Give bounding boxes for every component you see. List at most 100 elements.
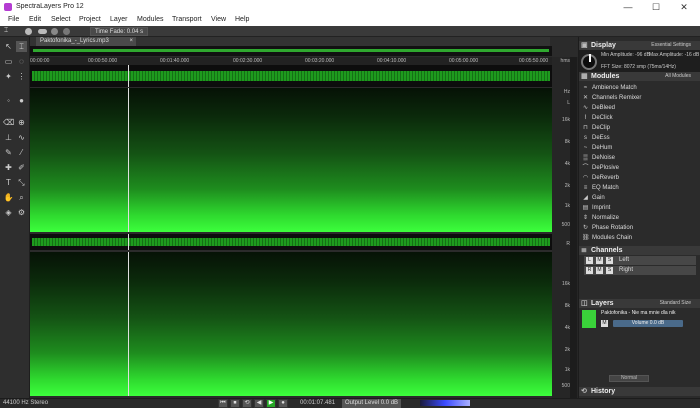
solo-button[interactable]: S bbox=[606, 257, 613, 264]
waveform-left[interactable] bbox=[30, 65, 552, 87]
channel-row-left[interactable]: L M S Left bbox=[584, 256, 696, 266]
playhead[interactable] bbox=[128, 234, 129, 250]
overview-selection[interactable] bbox=[33, 49, 549, 52]
display-panel-header[interactable]: ▣ Display Essential Settings bbox=[579, 41, 700, 50]
smudge-tool-icon[interactable]: ∿ bbox=[16, 132, 27, 143]
layer-name[interactable]: Paktofonika - Nie ma mnie dla nik bbox=[601, 310, 697, 316]
blend-mode-dropdown[interactable]: Normal bbox=[609, 375, 649, 382]
stamp-tool-icon[interactable]: ⊥ bbox=[3, 132, 14, 143]
close-button[interactable]: ✕ bbox=[674, 1, 694, 13]
module-item[interactable]: ↻ Phase Rotation bbox=[579, 223, 697, 233]
modules-filter-dropdown[interactable]: All Modules bbox=[665, 73, 691, 79]
pointer-tool-icon[interactable]: ↖ bbox=[3, 41, 14, 52]
clone-tool-icon[interactable]: ⊕ bbox=[16, 117, 27, 128]
heal-tool-icon[interactable]: ✚ bbox=[3, 162, 14, 173]
record-button[interactable]: ● bbox=[278, 399, 288, 408]
display-knob[interactable] bbox=[581, 54, 597, 70]
transform-tool-icon[interactable]: ⤡ bbox=[16, 177, 27, 188]
module-item[interactable]: ∿ DeBleed bbox=[579, 103, 697, 113]
loop-button[interactable]: ⟲ bbox=[242, 399, 252, 408]
spectrogram-left[interactable] bbox=[30, 88, 552, 232]
module-item[interactable]: ⌇ DeClick bbox=[579, 113, 697, 123]
module-item[interactable]: ▤ Imprint bbox=[579, 203, 697, 213]
text-tool-icon[interactable]: T bbox=[3, 177, 14, 188]
menu-project[interactable]: Project bbox=[79, 16, 101, 23]
brush-shape-soft-icon[interactable] bbox=[51, 28, 58, 35]
settings-tool-icon[interactable]: ⚙ bbox=[16, 207, 27, 218]
waveform-right[interactable] bbox=[30, 234, 552, 250]
dropper-tool-icon[interactable]: ⁄ bbox=[16, 147, 27, 158]
stop-to-start-button[interactable]: ⏹ bbox=[230, 399, 240, 408]
hand-tool-icon[interactable]: ✋ bbox=[3, 192, 14, 203]
fft-size[interactable]: FFT Size: 8072 smp (75ms/14Hz) bbox=[601, 64, 676, 70]
playhead[interactable] bbox=[128, 88, 129, 232]
module-item[interactable]: ⛓ Modules Chain bbox=[579, 233, 697, 243]
brush-fill-icon[interactable]: ● bbox=[16, 95, 27, 106]
menu-edit[interactable]: Edit bbox=[29, 16, 41, 23]
module-item[interactable]: ⇕ Normalize bbox=[579, 213, 697, 223]
pencil-tool-icon[interactable]: ✐ bbox=[16, 162, 27, 173]
mute-button[interactable]: M bbox=[596, 267, 603, 274]
brush-shape-ellipse-icon[interactable] bbox=[38, 29, 47, 34]
document-tab[interactable]: Paktofonika_-_Lyrics.mp3 × bbox=[36, 37, 136, 46]
layer-mute-button[interactable]: M bbox=[601, 320, 608, 327]
module-item[interactable]: s DeEss bbox=[579, 133, 697, 143]
menu-view[interactable]: View bbox=[211, 16, 226, 23]
menu-help[interactable]: Help bbox=[235, 16, 249, 23]
module-item[interactable]: ≈ Ambience Match bbox=[579, 83, 697, 93]
zoom-tool-icon[interactable]: ⌕ bbox=[16, 192, 27, 203]
wand-tool-icon[interactable]: ✦ bbox=[3, 71, 14, 82]
spectrogram-right[interactable] bbox=[30, 252, 552, 396]
layer-thumbnail[interactable] bbox=[582, 310, 596, 328]
playhead[interactable] bbox=[128, 252, 129, 396]
menu-file[interactable]: File bbox=[8, 16, 19, 23]
tab-close-icon[interactable]: × bbox=[129, 37, 133, 46]
harmonic-select-icon[interactable]: ⋮ bbox=[16, 71, 27, 82]
layers-panel-header[interactable]: ◫ Layers Standard Size bbox=[579, 299, 700, 308]
brush-shape-hard-icon[interactable] bbox=[63, 28, 70, 35]
modules-panel-header[interactable]: ▦ Modules All Modules bbox=[579, 72, 700, 81]
overview-bar[interactable] bbox=[30, 46, 552, 56]
min-amplitude[interactable]: Min Amplitude: -96 dB bbox=[601, 52, 650, 58]
module-item[interactable]: ◠ DeReverb bbox=[579, 173, 697, 183]
layer-volume-slider[interactable]: Volume 0.0 dB bbox=[613, 320, 683, 327]
time-select-tool-icon[interactable]: ⌶ bbox=[16, 41, 27, 52]
rewind-button[interactable]: ⏮ bbox=[218, 399, 228, 408]
layers-size-dropdown[interactable]: Standard Size bbox=[660, 300, 691, 306]
menu-select[interactable]: Select bbox=[51, 16, 70, 23]
play-button[interactable]: ▶ bbox=[266, 399, 276, 408]
module-item[interactable]: ≡ EQ Match bbox=[579, 183, 697, 193]
module-item[interactable]: ▒ DeNoise bbox=[579, 153, 697, 163]
menu-transport[interactable]: Transport bbox=[172, 16, 202, 23]
mute-button[interactable]: M bbox=[596, 257, 603, 264]
lasso-tool-icon[interactable]: ◌ bbox=[16, 56, 27, 67]
time-fade-field[interactable]: Time Fade: 0.04 s bbox=[90, 27, 149, 36]
module-item[interactable]: ✕ Channels Remixer bbox=[579, 93, 697, 103]
previous-button[interactable]: ◀ bbox=[254, 399, 264, 408]
maximize-button[interactable]: ☐ bbox=[646, 1, 666, 13]
minimize-button[interactable]: — bbox=[618, 1, 638, 13]
menu-layer[interactable]: Layer bbox=[110, 16, 128, 23]
time-ruler[interactable]: 00:00:00 00:00:50.000 00:01:40.000 00:02… bbox=[30, 57, 552, 65]
vertical-scrollbar[interactable] bbox=[570, 57, 577, 398]
module-item[interactable]: ⊓ DeClip bbox=[579, 123, 697, 133]
module-item[interactable]: ⌒ DePlosive bbox=[579, 163, 697, 173]
display-settings-dropdown[interactable]: Essential Settings bbox=[651, 42, 691, 48]
eraser-tool-icon[interactable]: ⌫ bbox=[3, 117, 14, 128]
module-item[interactable]: ◢ Gain bbox=[579, 193, 697, 203]
solo-button[interactable]: S bbox=[606, 267, 613, 274]
history-panel-header[interactable]: ⟲ History bbox=[579, 387, 700, 396]
cube-tool-icon[interactable]: ◈ bbox=[3, 207, 14, 218]
channels-panel-header[interactable]: ≣ Channels bbox=[579, 246, 700, 255]
menu-modules[interactable]: Modules bbox=[137, 16, 163, 23]
rect-select-tool-icon[interactable]: ▭ bbox=[3, 56, 14, 67]
module-item[interactable]: ~ DeHum bbox=[579, 143, 697, 153]
layer-row[interactable]: Paktofonika - Nie ma mnie dla nik M Volu… bbox=[579, 309, 699, 329]
max-amplitude[interactable]: Max Amplitude: -16 dB bbox=[649, 52, 699, 58]
brush-shape-circle-icon[interactable] bbox=[25, 28, 32, 35]
pen-tool-icon[interactable]: ✎ bbox=[3, 147, 14, 158]
channel-row-right[interactable]: R M S Right bbox=[584, 266, 696, 276]
output-level[interactable]: Output Level 0.0 dB bbox=[342, 399, 402, 408]
brush-select-icon[interactable]: ◦ bbox=[3, 95, 14, 106]
playhead[interactable] bbox=[128, 65, 129, 87]
